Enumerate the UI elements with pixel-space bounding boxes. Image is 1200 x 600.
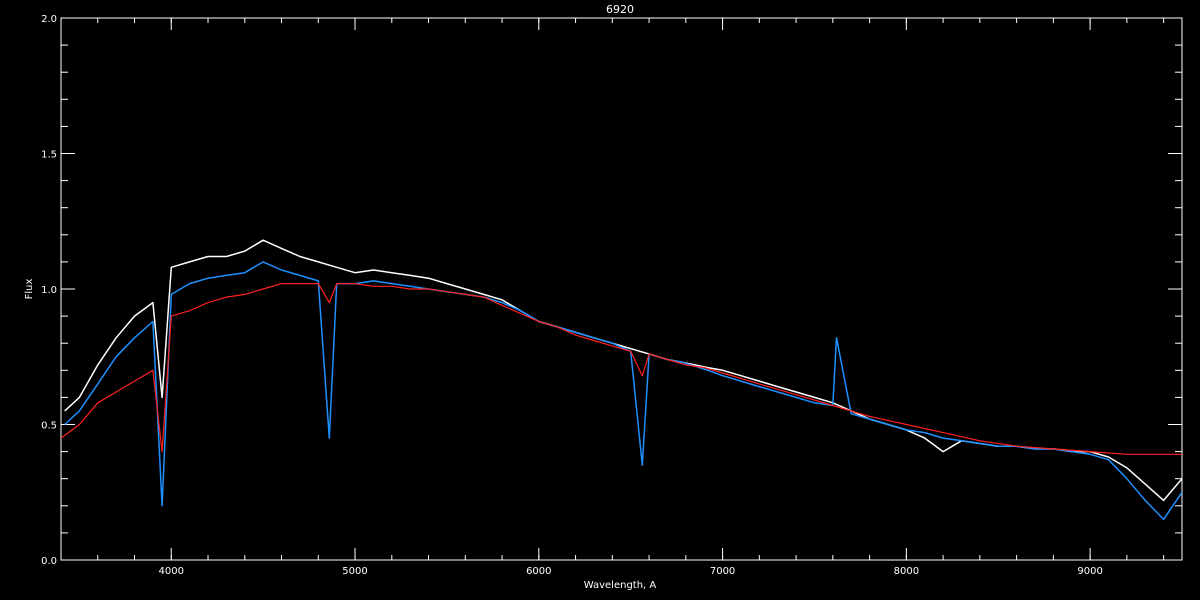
major-ticks	[61, 17, 1182, 561]
spectrum-series-2	[64, 261, 1183, 521]
x-axis-label: Wavelength, A	[584, 580, 657, 591]
spectrum-chart: 4000 5000 6000 7000 8000 90000.00.51.01.52.0 …	[24, 3, 1183, 591]
y-tick-label: 2.0	[41, 14, 57, 25]
spectrum-series-3	[60, 283, 1182, 455]
plot-border	[60, 17, 1183, 561]
y-axis-label: Flux	[24, 279, 35, 300]
chart-title: 6920	[606, 3, 634, 16]
y-tick-label: 0.5	[41, 421, 57, 432]
x-tick-label: 8000	[894, 566, 919, 577]
tick-labels: 4000 5000 6000 7000 8000 9000 0.0 0.5 1.0 1.5 2.0	[41, 14, 1103, 577]
x-tick-label: 7000	[710, 566, 735, 577]
plot-frame	[60, 17, 1183, 561]
y-tick-label: 1.5	[41, 150, 57, 161]
y-tick-label: 1.0	[41, 285, 57, 296]
spectrum-series-1	[64, 239, 1183, 502]
minor-ticks	[60, 17, 1182, 561]
x-tick-label: 4000	[159, 566, 184, 577]
x-tick-label: 6000	[526, 566, 551, 577]
x-tick-label: 5000	[342, 566, 367, 577]
y-tick-label: 0.0	[41, 556, 57, 567]
series-group	[60, 239, 1183, 521]
x-tick-label: 9000	[1077, 566, 1102, 577]
